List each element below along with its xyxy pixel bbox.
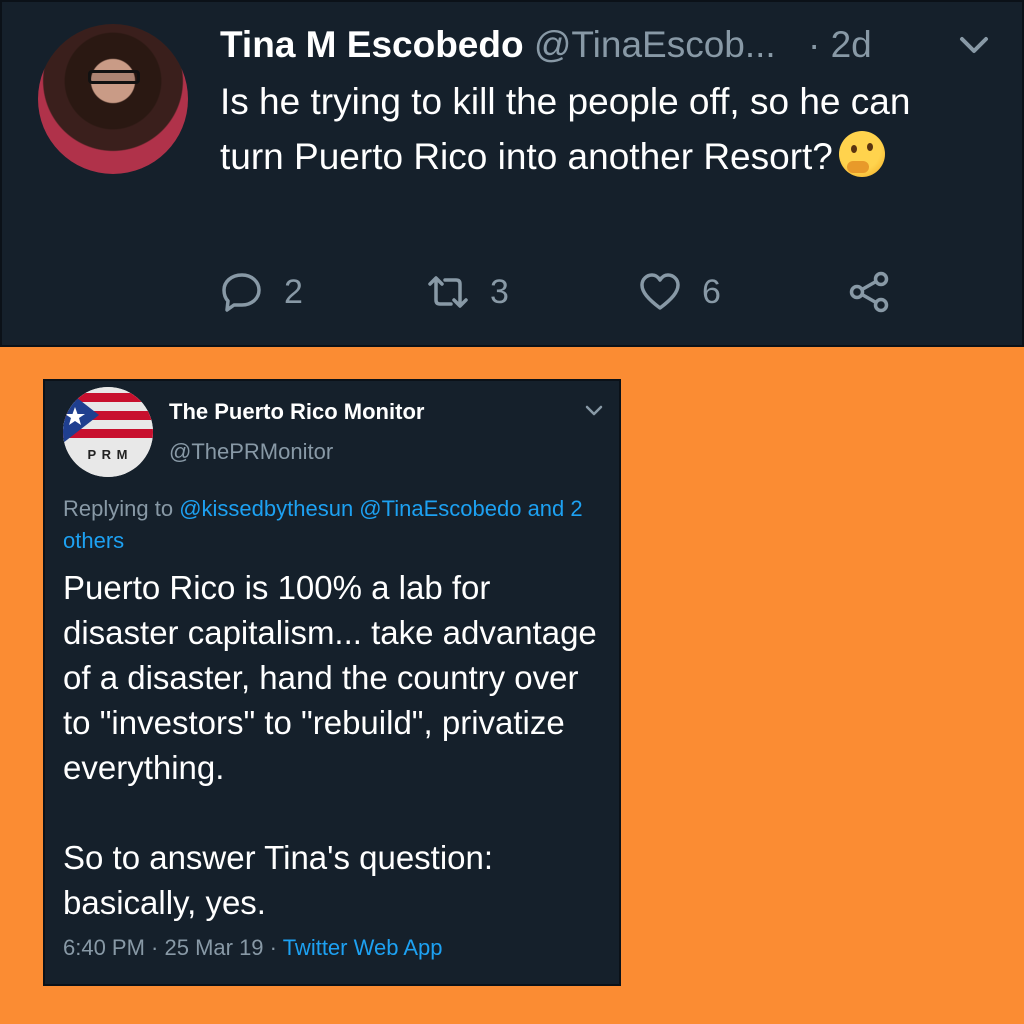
- tweet-meta: 6:40 PM · 25 Mar 19 · Twitter Web App: [63, 935, 442, 961]
- like-count: 6: [702, 272, 721, 311]
- heart-icon: [640, 273, 680, 310]
- avatar-label: P R M: [87, 447, 129, 462]
- retweet-button[interactable]: 3: [426, 262, 509, 322]
- reply-count: 2: [284, 272, 303, 311]
- source-link[interactable]: Twitter Web App: [283, 935, 443, 960]
- tweet-time[interactable]: 2d: [831, 24, 872, 65]
- display-name[interactable]: The Puerto Rico Monitor: [169, 399, 424, 425]
- reply-prefix: Replying to: [63, 496, 174, 521]
- chevron-down-icon[interactable]: [954, 32, 994, 58]
- tweet-text: Puerto Rico is 100% a lab for disaster c…: [63, 569, 597, 921]
- display-name[interactable]: Tina M Escobedo: [220, 24, 524, 65]
- reply-button[interactable]: 2: [220, 262, 303, 322]
- replying-to: Replying to @kissedbythesun @TinaEscobed…: [63, 493, 583, 557]
- chevron-down-icon[interactable]: [583, 403, 605, 419]
- user-handle[interactable]: @TinaEscob...: [534, 24, 776, 65]
- retweet-icon: [428, 276, 468, 308]
- tweet-body: Is he trying to kill the people off, so …: [220, 81, 911, 177]
- avatar[interactable]: [38, 24, 188, 174]
- tweet-card-prmonitor[interactable]: P R M The Puerto Rico Monitor @ThePRMoni…: [43, 379, 621, 986]
- tweet-text: Is he trying to kill the people off, so …: [220, 74, 980, 184]
- user-handle[interactable]: @ThePRMonitor: [169, 439, 333, 465]
- share-icon: [849, 271, 889, 313]
- puerto-rico-flag-icon: [63, 387, 153, 477]
- time-separator: ·: [808, 24, 821, 65]
- reply-icon: [222, 273, 261, 312]
- like-button[interactable]: 6: [638, 262, 721, 322]
- share-button[interactable]: [848, 262, 892, 322]
- thinking-face-icon: [838, 131, 885, 177]
- tweet-actions: 2 3 6: [2, 262, 1024, 322]
- tweet-header: Tina M Escobedo @TinaEscob... · 2d: [220, 22, 872, 68]
- retweet-count: 3: [490, 272, 509, 311]
- timestamp: 6:40 PM · 25 Mar 19 ·: [63, 935, 277, 960]
- glasses-detail: [88, 70, 140, 84]
- avatar[interactable]: P R M: [63, 387, 153, 477]
- tweet-card-tina[interactable]: Tina M Escobedo @TinaEscob... · 2d Is he…: [0, 0, 1024, 347]
